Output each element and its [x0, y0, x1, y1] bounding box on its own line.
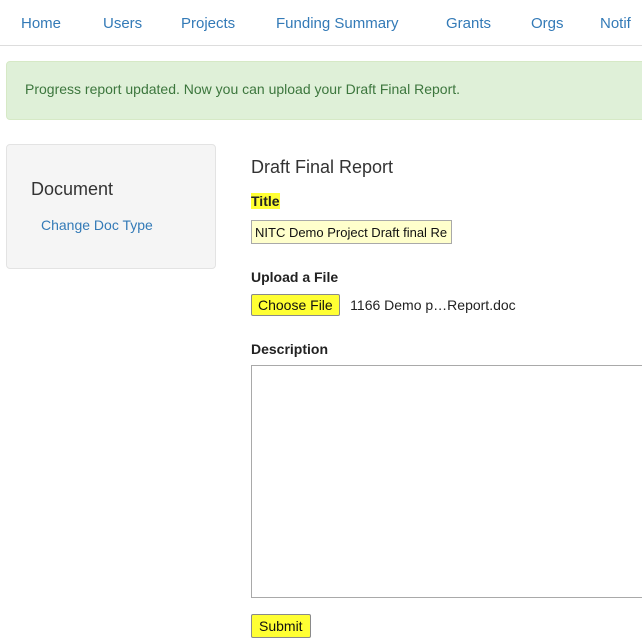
choose-file-button[interactable]: Choose File: [251, 294, 340, 316]
page-title: Draft Final Report: [251, 157, 394, 177]
page: Home Users Projects Funding Summary Gran…: [0, 0, 642, 640]
description-label: Description: [251, 341, 329, 357]
file-upload-control: Choose File 1166 Demo p…Report.doc: [251, 294, 516, 318]
change-doc-type-link[interactable]: Change Doc Type: [41, 217, 153, 233]
title-label: Title: [251, 193, 280, 209]
alert-message: Progress report updated. Now you can upl…: [25, 81, 461, 97]
nav-item-notifications[interactable]: Notif: [600, 15, 631, 32]
nav-item-home[interactable]: Home: [21, 15, 61, 32]
nav-item-funding-summary[interactable]: Funding Summary: [276, 15, 399, 32]
top-nav: Home Users Projects Funding Summary Gran…: [0, 0, 642, 46]
sidebar-title: Document: [31, 179, 114, 199]
title-input[interactable]: [251, 220, 452, 244]
document-sidebar: Document Change Doc Type: [6, 144, 216, 269]
nav-item-grants[interactable]: Grants: [446, 15, 491, 32]
submit-button[interactable]: Submit: [251, 614, 311, 638]
description-textarea[interactable]: [251, 365, 642, 598]
selected-file-name: 1166 Demo p…Report.doc: [350, 297, 516, 313]
nav-item-projects[interactable]: Projects: [181, 15, 235, 32]
upload-label: Upload a File: [251, 269, 339, 285]
nav-item-orgs[interactable]: Orgs: [531, 15, 564, 32]
nav-item-users[interactable]: Users: [103, 15, 142, 32]
title-label-text: Title: [251, 193, 280, 209]
success-alert: Progress report updated. Now you can upl…: [6, 61, 642, 120]
